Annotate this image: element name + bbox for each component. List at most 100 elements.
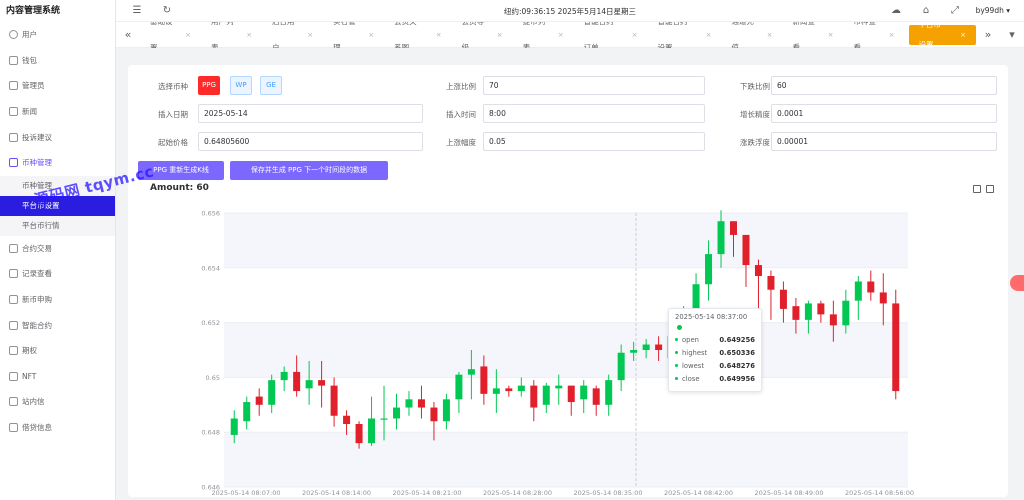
sidebar-item-option[interactable]: 期权: [0, 338, 115, 364]
grid-band: [224, 213, 908, 268]
tag-icon[interactable]: ⌂: [921, 6, 931, 16]
sidebar-item-message[interactable]: 站内信: [0, 389, 115, 415]
tab-8[interactable]: 智能合约设置 ×: [648, 22, 722, 48]
tab-4[interactable]: 会员关系图 ×: [384, 22, 451, 48]
sidebar-item-label: 期权: [22, 346, 37, 356]
feedback-icon: [9, 132, 18, 142]
nft-icon: [9, 371, 18, 381]
tab-10[interactable]: 新闻查看 ×: [782, 22, 843, 48]
insert-time-input[interactable]: 8:00: [483, 104, 705, 123]
x-tick-label: 2025-05-14 08:14:00: [302, 489, 371, 497]
grid-band: [224, 322, 908, 378]
kline-chart[interactable]: 0.6460.6480.650.6520.6540.6562025-05-14 …: [128, 200, 1008, 500]
y-tick-label: 0.65: [206, 374, 220, 382]
loan-icon: [9, 423, 18, 433]
save-generate-next-button[interactable]: 保存并生成 PPG 下一个时间段的数据: [230, 161, 388, 180]
option-icon: [9, 346, 18, 356]
start-price-label: 起始价格: [158, 138, 188, 147]
sidebar-item-loan[interactable]: 借贷信息: [0, 415, 115, 441]
coin-button-wp[interactable]: WP: [230, 76, 252, 95]
tabs-scroll-right-icon[interactable]: »: [976, 28, 1000, 41]
candle-body: [730, 221, 737, 235]
candle-body: [592, 388, 600, 405]
zoom-reset-icon[interactable]: [986, 185, 994, 193]
close-icon[interactable]: ×: [368, 22, 374, 48]
sidebar-item-feedback[interactable]: 投诉建议: [0, 124, 115, 150]
growth-precision-label: 增长精度: [740, 110, 770, 119]
tab-9[interactable]: 通道充值 ×: [721, 22, 782, 48]
sidebar-item-wallet[interactable]: 钱包: [0, 48, 115, 74]
chevron-down-icon: ▾: [1006, 6, 1010, 15]
user-menu[interactable]: by99dh ▾: [976, 6, 1010, 15]
sidebar-item-record[interactable]: 记录查看: [0, 261, 115, 287]
candle-body: [243, 402, 251, 422]
zoom-icon[interactable]: [973, 185, 981, 193]
close-icon[interactable]: ×: [497, 22, 503, 48]
candle-body: [368, 418, 376, 444]
close-icon[interactable]: ×: [767, 22, 773, 48]
sidebar-item-label: 合约交易: [22, 243, 52, 253]
tabs-more-icon[interactable]: ▾: [1000, 28, 1024, 41]
sidebar-item-subscribe[interactable]: 新币申购: [0, 287, 115, 313]
submenu-item-2[interactable]: 平台币行情: [0, 216, 115, 236]
candle-body: [842, 300, 850, 326]
insert-date-input[interactable]: 2025-05-14: [198, 104, 423, 123]
smart-contract-icon: [9, 320, 18, 330]
candle-body: [255, 396, 263, 405]
tab-6[interactable]: 提币列表 ×: [513, 22, 574, 48]
app-title: 内容管理系统: [6, 6, 61, 16]
sidebar-item-user[interactable]: 用户: [0, 22, 115, 48]
tab-0[interactable]: 基础设置 ×: [140, 22, 201, 48]
tab-2[interactable]: 后台用户 ×: [262, 22, 323, 48]
start-price-input[interactable]: 0.64805600: [198, 132, 423, 151]
fluctuation-input[interactable]: 0.00001: [771, 132, 997, 151]
sidebar-item-smart-contract[interactable]: 智能合约: [0, 312, 115, 338]
insert-time-label: 插入时间: [446, 110, 476, 119]
sidebar-item-contract[interactable]: 合约交易: [0, 236, 115, 262]
coin-button-ge[interactable]: GE: [260, 76, 282, 95]
rise-ratio-input[interactable]: 70: [483, 76, 705, 95]
tab-5[interactable]: 会员等级 ×: [452, 22, 513, 48]
close-icon[interactable]: ×: [889, 22, 895, 48]
sidebar-item-nft[interactable]: NFT: [0, 364, 115, 390]
tooltip-value: 0.648276: [719, 361, 755, 370]
fall-ratio-input[interactable]: 60: [771, 76, 997, 95]
candle-body: [879, 292, 887, 304]
tab-7[interactable]: 智能合约订单 ×: [574, 22, 648, 48]
growth-precision-input[interactable]: 0.0001: [771, 104, 997, 123]
sidebar-item-news[interactable]: 新闻: [0, 99, 115, 125]
tab-12[interactable]: 平台币设置 ×: [908, 22, 976, 48]
close-icon[interactable]: ×: [558, 22, 564, 48]
tab-11[interactable]: 币种查看 ×: [844, 22, 905, 48]
close-icon[interactable]: ×: [436, 22, 442, 48]
rise-amplitude-input[interactable]: 0.05: [483, 132, 705, 151]
x-tick-label: 2025-05-14 08:28:00: [483, 489, 552, 497]
sidebar-item-admin[interactable]: 管理员: [0, 73, 115, 99]
tab-3[interactable]: 实名管理 ×: [323, 22, 384, 48]
candle-body: [605, 380, 613, 405]
fullscreen-icon[interactable]: ⤢: [950, 6, 960, 16]
candle-body: [530, 385, 538, 408]
user-icon: [9, 30, 18, 40]
close-icon[interactable]: ×: [828, 22, 834, 48]
sidebar-item-label: 币种管理: [22, 158, 52, 168]
candle-body: [293, 371, 301, 392]
close-icon[interactable]: ×: [185, 22, 191, 48]
theme-icon[interactable]: ☁: [891, 6, 901, 16]
fall-ratio-label: 下跌比例: [740, 82, 770, 91]
tabs-scroll-left-icon[interactable]: «: [116, 28, 140, 41]
candle-body: [779, 289, 787, 309]
sidebar-item-label: 借贷信息: [22, 423, 52, 433]
candle-body: [804, 303, 812, 320]
close-icon[interactable]: ×: [706, 22, 712, 48]
tab-1[interactable]: 用户列表 ×: [201, 22, 262, 48]
candle-body: [617, 352, 625, 381]
close-icon[interactable]: ×: [246, 22, 252, 48]
side-float-icon[interactable]: [1010, 275, 1024, 291]
close-icon[interactable]: ×: [307, 22, 313, 48]
close-icon[interactable]: ×: [960, 25, 966, 45]
x-tick-label: 2025-05-14 08:07:00: [211, 489, 280, 497]
sidebar-item-coin[interactable]: 币种管理: [0, 150, 115, 176]
coin-button-ppg[interactable]: PPG: [198, 76, 220, 95]
close-icon[interactable]: ×: [632, 22, 638, 48]
